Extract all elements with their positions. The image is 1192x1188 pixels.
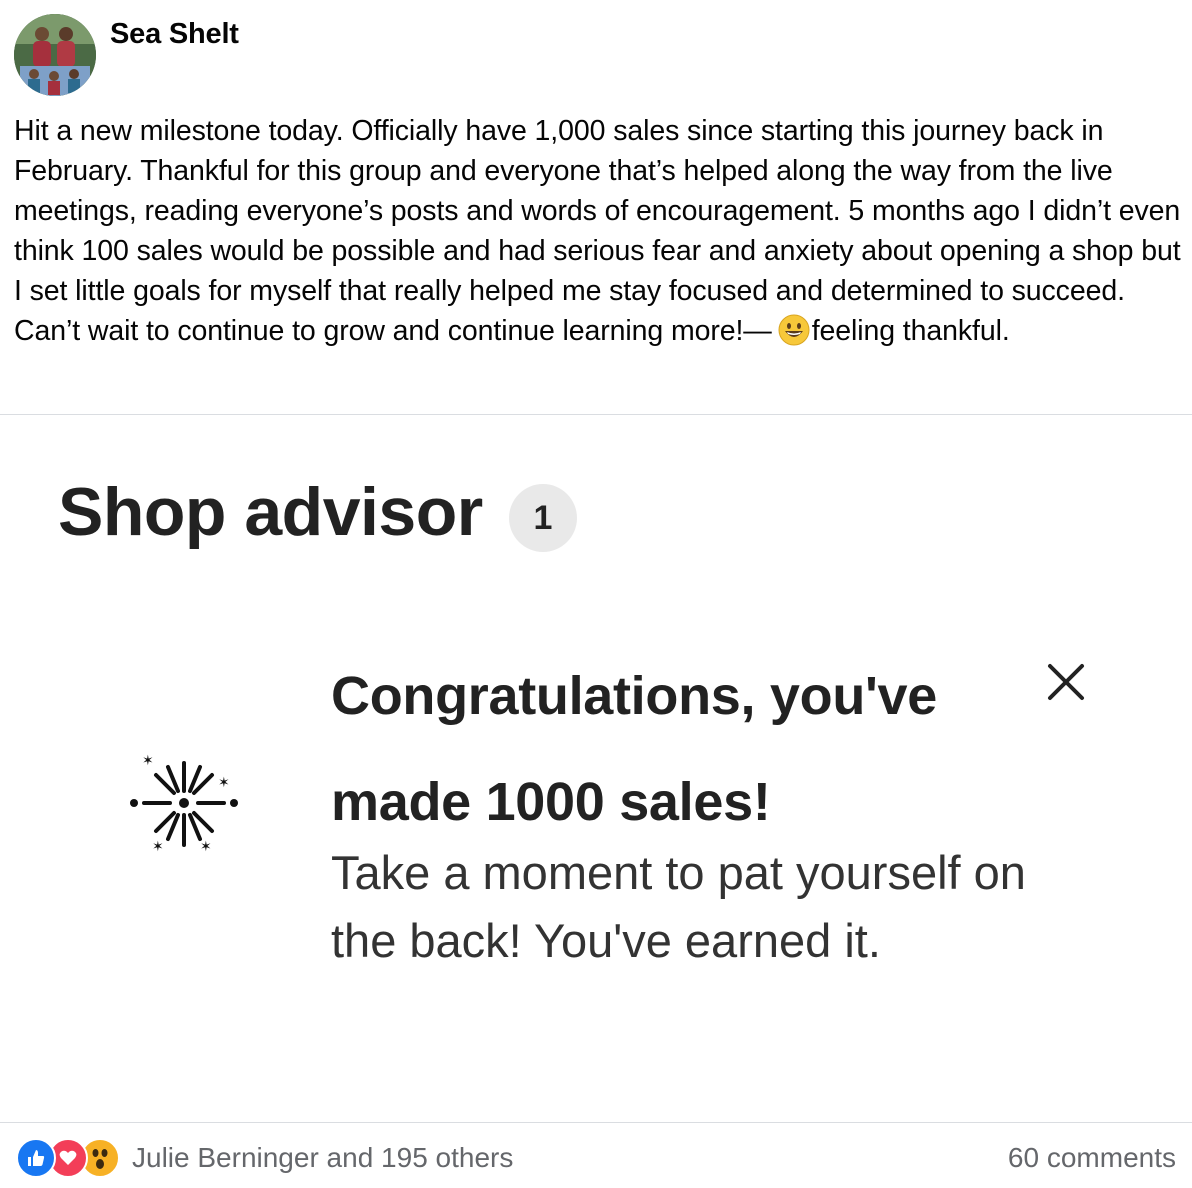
post-body-text: Hit a new milestone today. Officially ha… [14, 115, 1181, 347]
svg-text:✶: ✶ [142, 753, 154, 769]
feeling-text: feeling thankful. [811, 315, 1010, 347]
post-image[interactable]: Shop advisor 1 ✶ ✶ ✶ ✶ Congratulations, … [0, 415, 1192, 1122]
congrats-title: Congratulations, you've made 1000 sales! [331, 666, 938, 832]
grinning-face-icon [778, 314, 810, 346]
reactors-text[interactable]: Julie Berninger and 195 others [132, 1142, 513, 1174]
author-avatar[interactable] [14, 14, 96, 96]
fireworks-icon: ✶ ✶ ✶ ✶ [128, 753, 240, 855]
author-name[interactable]: Sea Shelt [110, 18, 239, 51]
comments-count[interactable]: 60 comments [1008, 1138, 1176, 1178]
advisor-count-badge: 1 [509, 484, 577, 552]
svg-text:✶: ✶ [200, 839, 212, 853]
footer-divider [0, 1122, 1192, 1123]
svg-text:✶: ✶ [218, 775, 230, 791]
reactions-summary[interactable]: Julie Berninger and 195 others [16, 1138, 513, 1178]
shop-advisor-title: Shop advisor [58, 474, 483, 550]
svg-text:✶: ✶ [152, 839, 164, 853]
post-body: Hit a new milestone today. Officially ha… [14, 111, 1182, 351]
congrats-body: Take a moment to pat yourself on the bac… [331, 846, 1026, 967]
like-icon [16, 1138, 56, 1178]
close-icon[interactable] [1044, 660, 1088, 704]
